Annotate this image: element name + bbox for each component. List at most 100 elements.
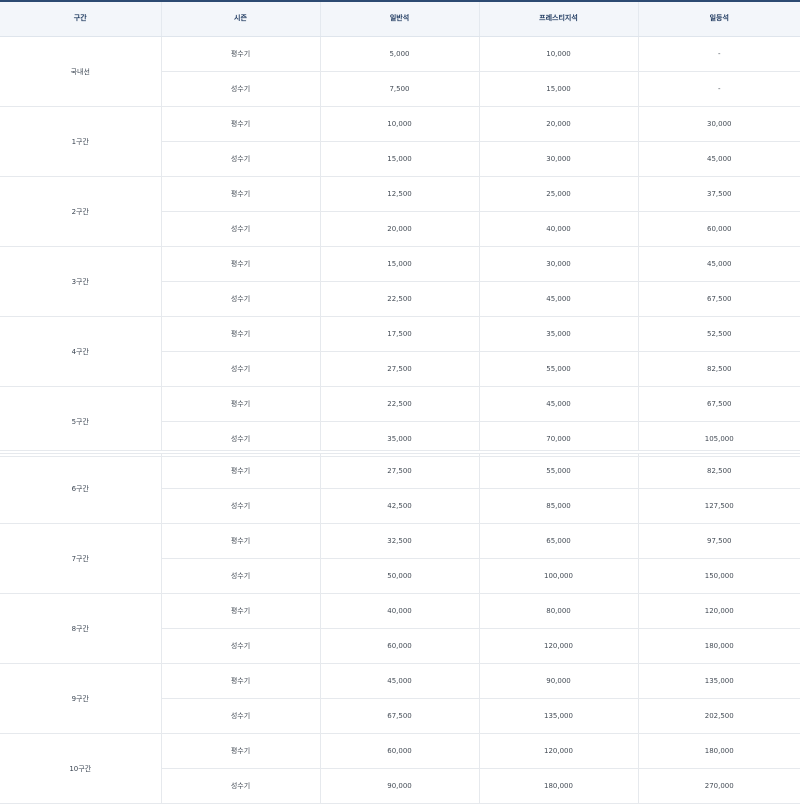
season-cell: 성수기	[161, 351, 321, 387]
season-cell: 성수기	[161, 558, 321, 594]
table-row: 5구간 평수기 22,500 45,000 67,500	[0, 386, 800, 457]
season-cell: 성수기	[161, 698, 321, 734]
first-class-cell: 135,000	[638, 663, 800, 699]
season-cell: 성수기	[161, 71, 321, 107]
section-cell: 6구간	[0, 454, 162, 524]
first-class-cell: 120,000	[638, 593, 800, 629]
prestige-cell: 180,000	[479, 768, 639, 804]
first-class-cell: 127,500	[638, 488, 800, 524]
fare-table-bottom: 6구간 평수기 27,500 55,000 82,500 성수기 42,500 85,000 1…	[0, 454, 800, 804]
season-cell: 평수기	[161, 246, 321, 282]
prestige-cell: 120,000	[479, 733, 639, 769]
economy-cell: 22,500	[320, 386, 480, 422]
header-prestige: 프레스티지석	[479, 0, 639, 37]
prestige-cell: 25,000	[479, 176, 639, 212]
economy-cell: 50,000	[320, 558, 480, 594]
prestige-cell: 135,000	[479, 698, 639, 734]
prestige-cell: 45,000	[479, 281, 639, 317]
economy-cell: 15,000	[320, 141, 480, 177]
economy-cell: 60,000	[320, 628, 480, 664]
economy-cell: 20,000	[320, 211, 480, 247]
table-row: 국내선 평수기 5,000 10,000-	[0, 36, 800, 107]
prestige-cell: 40,000	[479, 211, 639, 247]
first-class-cell: 202,500	[638, 698, 800, 734]
economy-cell: 10,000	[320, 106, 480, 142]
economy-cell: 27,500	[320, 454, 480, 489]
season-cell: 평수기	[161, 593, 321, 629]
economy-cell: 12,500	[320, 176, 480, 212]
first-class-cell: 45,000	[638, 246, 800, 282]
section-cell: 5구간	[0, 386, 162, 457]
section-cell: 국내선	[0, 36, 162, 107]
section-cell: 10구간	[0, 733, 162, 804]
section-cell: 7구간	[0, 523, 162, 594]
season-cell: 성수기	[161, 211, 321, 247]
season-cell: 평수기	[161, 316, 321, 352]
prestige-cell: 90,000	[479, 663, 639, 699]
section-cell: 3구간	[0, 246, 162, 317]
economy-cell: 22,500	[320, 281, 480, 317]
table-row: 6구간 평수기 27,500 55,000 82,500	[0, 454, 800, 524]
table-row: 2구간 평수기 12,500 25,000 37,500	[0, 176, 800, 247]
economy-cell: 15,000	[320, 246, 480, 282]
economy-cell: 17,500	[320, 316, 480, 352]
prestige-cell: 45,000	[479, 386, 639, 422]
season-cell: 평수기	[161, 386, 321, 422]
economy-cell: 45,000	[320, 663, 480, 699]
first-class-cell: -	[638, 36, 800, 72]
economy-cell: 32,500	[320, 523, 480, 559]
table-row: 7구간 평수기 32,500 65,000 97,500	[0, 523, 800, 594]
section-cell: 2구간	[0, 176, 162, 247]
table-row: 8구간 평수기 40,000 80,000 120,000	[0, 593, 800, 664]
first-class-cell: 82,500	[638, 454, 800, 489]
prestige-cell: 55,000	[479, 351, 639, 387]
table-top-border	[0, 0, 800, 2]
economy-cell: 27,500	[320, 351, 480, 387]
first-class-cell: 30,000	[638, 106, 800, 142]
prestige-cell: 120,000	[479, 628, 639, 664]
header-section: 구간	[0, 0, 162, 37]
first-class-cell: 60,000	[638, 211, 800, 247]
first-class-cell: 52,500	[638, 316, 800, 352]
prestige-cell: 55,000	[479, 454, 639, 489]
season-cell: 성수기	[161, 488, 321, 524]
first-class-cell: 270,000	[638, 768, 800, 804]
first-class-cell: 37,500	[638, 176, 800, 212]
prestige-cell: 35,000	[479, 316, 639, 352]
header-season: 시즌	[161, 0, 321, 37]
table-row: 9구간 평수기 45,000 90,000 135,000	[0, 663, 800, 734]
season-cell: 평수기	[161, 36, 321, 72]
prestige-cell: 65,000	[479, 523, 639, 559]
first-class-cell: 150,000	[638, 558, 800, 594]
prestige-cell: 30,000	[479, 246, 639, 282]
section-cell: 9구간	[0, 663, 162, 734]
first-class-cell: -	[638, 71, 800, 107]
season-cell: 평수기	[161, 733, 321, 769]
first-class-cell: 67,500	[638, 281, 800, 317]
first-class-cell: 82,500	[638, 351, 800, 387]
prestige-cell: 20,000	[479, 106, 639, 142]
season-cell: 성수기	[161, 281, 321, 317]
first-class-cell: 180,000	[638, 733, 800, 769]
prestige-cell: 15,000	[479, 71, 639, 107]
season-cell: 평수기	[161, 523, 321, 559]
table-row: 4구간 평수기 17,500 35,000 52,500	[0, 316, 800, 387]
first-class-cell: 67,500	[638, 386, 800, 422]
header-first-class: 일등석	[638, 0, 800, 37]
economy-cell: 67,500	[320, 698, 480, 734]
section-cell: 4구간	[0, 316, 162, 387]
header-economy: 일반석	[320, 0, 480, 37]
economy-cell: 7,500	[320, 71, 480, 107]
section-cell: 1구간	[0, 106, 162, 177]
prestige-cell: 10,000	[479, 36, 639, 72]
economy-cell: 60,000	[320, 733, 480, 769]
table-row: 1구간 평수기 10,000 20,000 30,000	[0, 106, 800, 177]
first-class-cell: 180,000	[638, 628, 800, 664]
season-cell: 성수기	[161, 768, 321, 804]
prestige-cell: 30,000	[479, 141, 639, 177]
economy-cell: 90,000	[320, 768, 480, 804]
economy-cell: 5,000	[320, 36, 480, 72]
table-row: 10구간 평수기 60,000 120,000 180,000	[0, 733, 800, 804]
season-cell: 성수기	[161, 628, 321, 664]
prestige-cell: 80,000	[479, 593, 639, 629]
